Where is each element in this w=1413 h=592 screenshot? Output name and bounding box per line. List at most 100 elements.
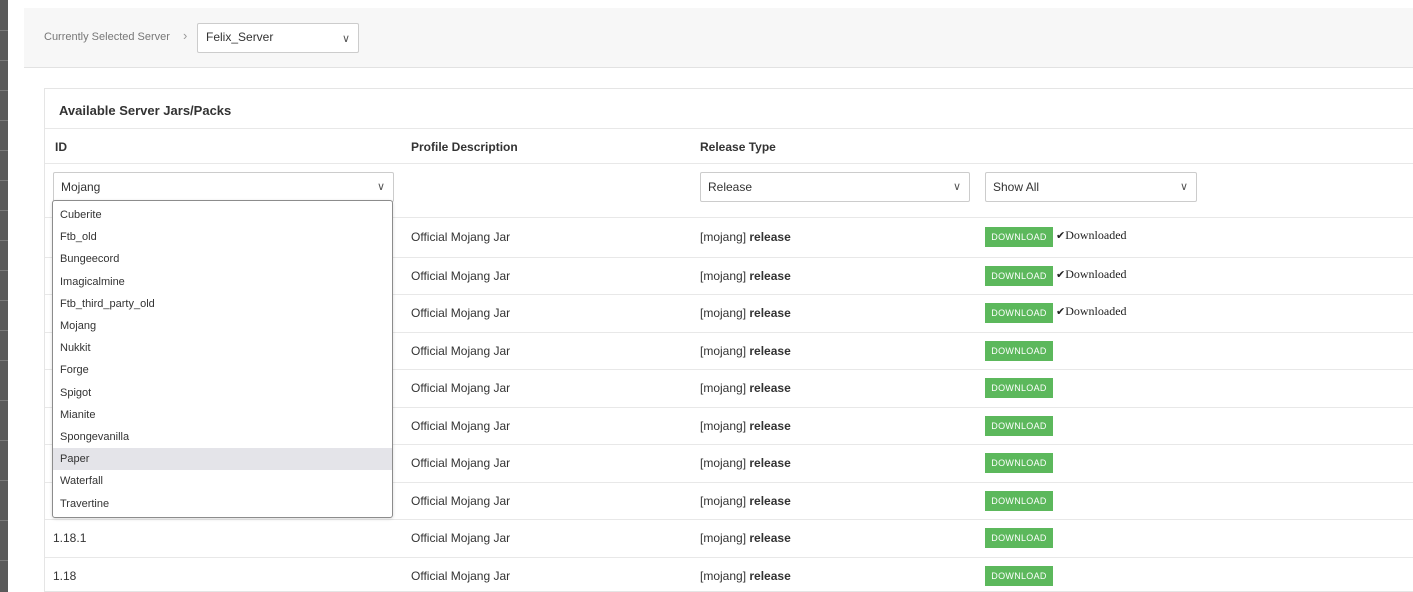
- dropdown-option[interactable]: Spigot: [53, 382, 392, 404]
- release-source: [mojang]: [700, 269, 747, 283]
- download-status-label: Downloaded: [1065, 267, 1127, 281]
- sidebar-divider: [0, 480, 8, 481]
- sidebar-divider: [0, 90, 8, 91]
- cell-id: 1.18: [53, 569, 77, 583]
- release-type-label: release: [749, 456, 791, 470]
- column-header-description: Profile Description: [411, 140, 518, 154]
- release-source: [mojang]: [700, 381, 747, 395]
- download-button[interactable]: DOWNLOAD: [985, 528, 1053, 548]
- download-status-filter-select[interactable]: Show All ∨: [985, 172, 1197, 202]
- dropdown-option[interactable]: Bungeecord: [53, 248, 392, 270]
- release-source: [mojang]: [700, 230, 747, 244]
- cell-release-type: [mojang] release: [700, 306, 791, 320]
- breadcrumb-label: Currently Selected Server: [44, 31, 170, 43]
- download-button[interactable]: DOWNLOAD: [985, 341, 1053, 361]
- server-selector-bar: Currently Selected Server › Felix_Server…: [24, 8, 1413, 68]
- release-type-label: release: [749, 569, 791, 583]
- release-source: [mojang]: [700, 344, 747, 358]
- cell-release-type: [mojang] release: [700, 456, 791, 470]
- dropdown-option[interactable]: Ftb_old: [53, 226, 392, 248]
- dropdown-option[interactable]: Spongevanilla: [53, 426, 392, 448]
- download-button[interactable]: DOWNLOAD: [985, 566, 1053, 586]
- sidebar-divider: [0, 360, 8, 361]
- left-sidebar-strip: [0, 0, 8, 592]
- sidebar-divider: [0, 270, 8, 271]
- cell-description: Official Mojang Jar: [411, 531, 511, 545]
- download-button[interactable]: DOWNLOAD: [985, 266, 1053, 286]
- dropdown-option[interactable]: Mianite: [53, 404, 392, 426]
- cell-release-type: [mojang] release: [700, 230, 791, 244]
- cell-release-type: [mojang] release: [700, 494, 791, 508]
- sidebar-divider: [0, 300, 8, 301]
- download-button[interactable]: DOWNLOAD: [985, 303, 1053, 323]
- release-type-filter-value: Release: [708, 180, 753, 194]
- dropdown-option[interactable]: Cuberite: [53, 204, 392, 226]
- sidebar-divider: [0, 120, 8, 121]
- cell-id: 1.18.1: [53, 531, 87, 545]
- dropdown-option[interactable]: Paper: [53, 448, 392, 471]
- cell-description: Official Mojang Jar: [411, 269, 511, 283]
- dropdown-option[interactable]: Forge: [53, 359, 392, 381]
- cell-description: Official Mojang Jar: [411, 230, 511, 244]
- check-icon: ✔: [1056, 306, 1066, 318]
- chevron-down-icon: ∨: [952, 181, 961, 193]
- download-button[interactable]: DOWNLOAD: [985, 227, 1053, 247]
- sidebar-divider: [0, 60, 8, 61]
- cell-description: Official Mojang Jar: [411, 494, 511, 508]
- cell-description: Official Mojang Jar: [411, 456, 511, 470]
- download-button[interactable]: DOWNLOAD: [985, 378, 1053, 398]
- sidebar-divider: [0, 330, 8, 331]
- download-button[interactable]: DOWNLOAD: [985, 416, 1053, 436]
- release-source: [mojang]: [700, 456, 747, 470]
- download-status: ✔Downloaded: [1056, 228, 1127, 243]
- release-source: [mojang]: [700, 419, 747, 433]
- table-row: 1.18.1 Official Mojang Jar [mojang] releas…: [45, 519, 1413, 556]
- dropdown-option[interactable]: Nukkit: [53, 337, 392, 359]
- dropdown-option[interactable]: Waterfall: [53, 470, 392, 492]
- dropdown-option[interactable]: Mojang: [53, 315, 392, 337]
- sidebar-divider: [0, 400, 8, 401]
- release-type-label: release: [749, 419, 791, 433]
- id-filter-dropdown: Cuberite Ftb_old Bungeecord Imagicalmine Ftb…: [52, 200, 393, 518]
- chevron-down-icon: ∨: [376, 181, 385, 193]
- cell-description: Official Mojang Jar: [411, 569, 511, 583]
- panel-title: Available Server Jars/Packs: [59, 103, 232, 118]
- chevron-down-icon: ∨: [341, 33, 350, 45]
- sidebar-divider: [0, 440, 8, 441]
- download-status: ✔Downloaded: [1056, 304, 1127, 319]
- check-icon: ✔: [1056, 269, 1066, 281]
- server-select[interactable]: Felix_Server ∨: [197, 23, 359, 53]
- release-type-label: release: [749, 381, 791, 395]
- id-filter-select[interactable]: Mojang ∨: [53, 172, 394, 202]
- sidebar-divider: [0, 240, 8, 241]
- id-filter-value: Mojang: [61, 180, 101, 194]
- dropdown-option[interactable]: Travertine: [53, 493, 392, 515]
- release-type-label: release: [749, 344, 791, 358]
- cell-release-type: [mojang] release: [700, 381, 791, 395]
- download-status-label: Downloaded: [1065, 304, 1127, 318]
- cell-description: Official Mojang Jar: [411, 419, 511, 433]
- release-source: [mojang]: [700, 569, 747, 583]
- dropdown-option[interactable]: Ftb_third_party_old: [53, 293, 392, 315]
- download-button[interactable]: DOWNLOAD: [985, 453, 1053, 473]
- release-type-filter-select[interactable]: Release ∨: [700, 172, 970, 202]
- sidebar-divider: [0, 150, 8, 151]
- cell-description: Official Mojang Jar: [411, 344, 511, 358]
- column-header-release-type: Release Type: [700, 140, 776, 154]
- chevron-down-icon: ∨: [1179, 181, 1188, 193]
- release-source: [mojang]: [700, 531, 747, 545]
- dropdown-option[interactable]: Imagicalmine: [53, 271, 392, 293]
- divider: [45, 163, 1413, 164]
- cell-release-type: [mojang] release: [700, 531, 791, 545]
- download-button[interactable]: DOWNLOAD: [985, 491, 1053, 511]
- sidebar-divider: [0, 180, 8, 181]
- release-type-label: release: [749, 269, 791, 283]
- release-source: [mojang]: [700, 306, 747, 320]
- cell-release-type: [mojang] release: [700, 269, 791, 283]
- check-icon: ✔: [1056, 230, 1066, 242]
- release-source: [mojang]: [700, 494, 747, 508]
- divider: [45, 128, 1413, 129]
- cell-description: Official Mojang Jar: [411, 306, 511, 320]
- sidebar-divider: [0, 210, 8, 211]
- cell-release-type: [mojang] release: [700, 344, 791, 358]
